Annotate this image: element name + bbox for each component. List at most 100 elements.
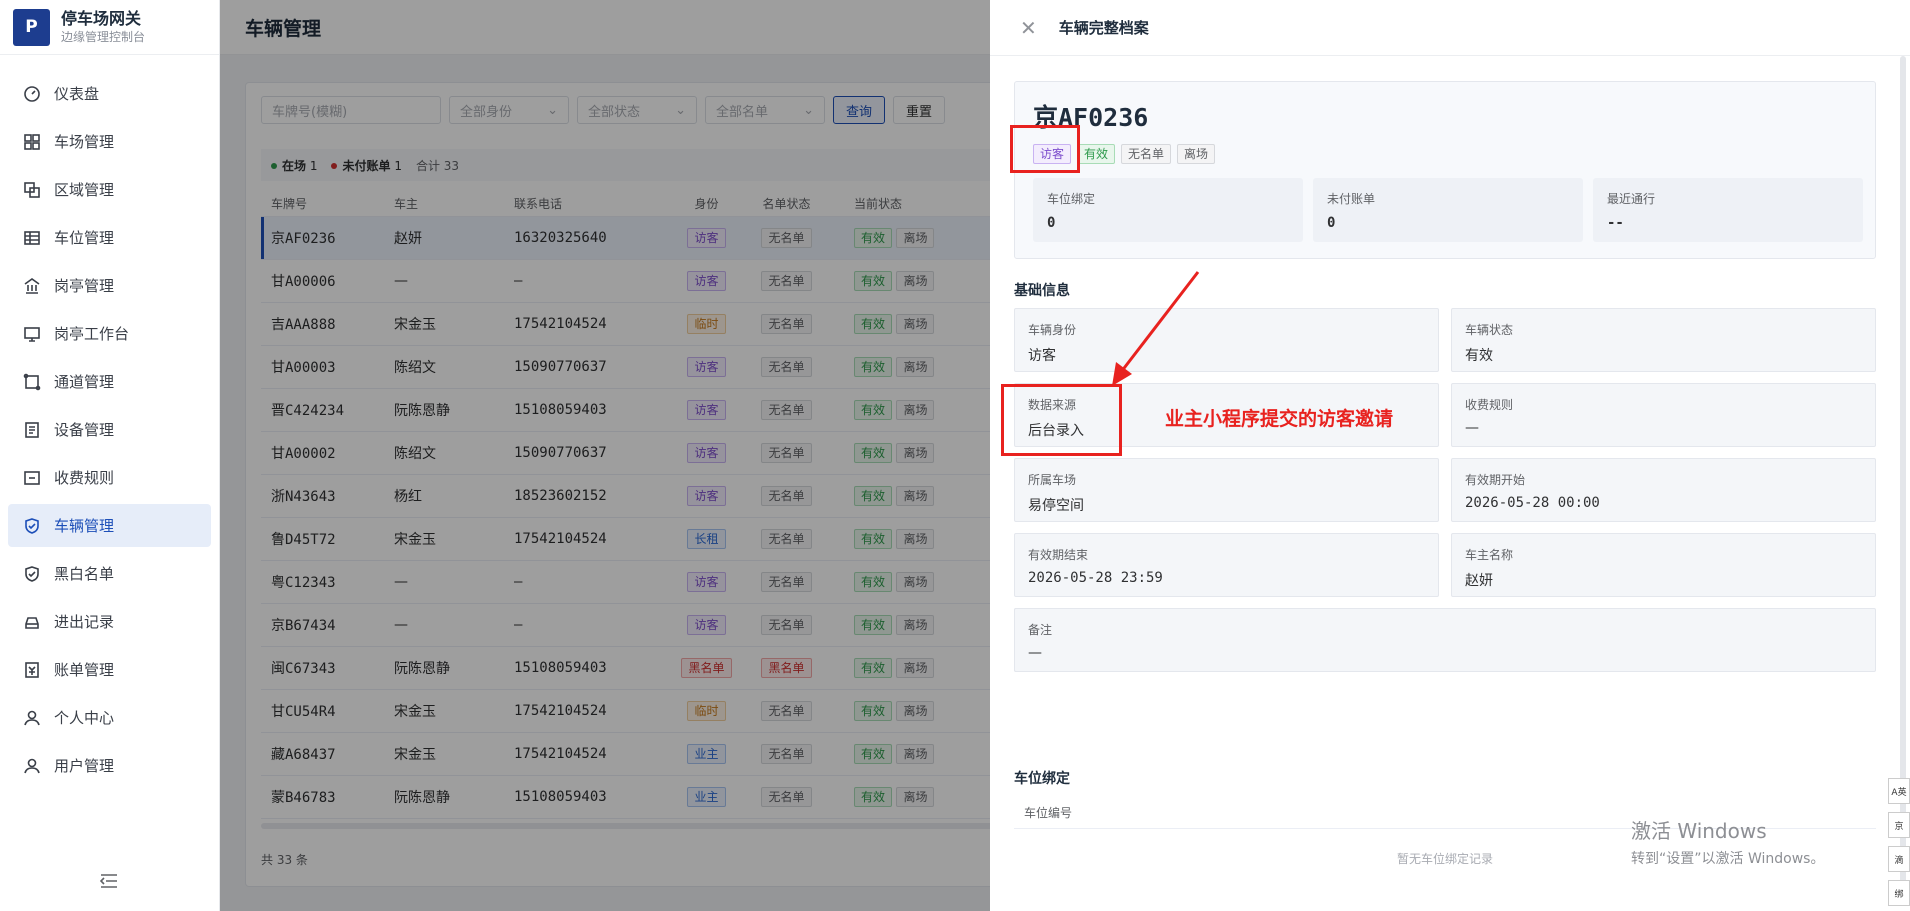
info-field: 收费规则 — bbox=[1451, 383, 1876, 447]
field-value: — bbox=[1465, 420, 1479, 436]
sidebar-item-13[interactable]: 个人中心 bbox=[8, 696, 211, 739]
sidebar-item-label: 收费规则 bbox=[54, 469, 115, 487]
building-icon bbox=[23, 277, 41, 295]
drawer-title: 车辆完整档案 bbox=[1058, 19, 1149, 37]
sidebar-item-label: 通道管理 bbox=[54, 373, 115, 391]
sidebar-item-7[interactable]: 设备管理 bbox=[8, 408, 211, 451]
app-subtitle: 边缘管理控制台 bbox=[61, 30, 146, 44]
stat-card: 最近通行 -- bbox=[1593, 178, 1863, 242]
windows-activation-watermark: 激活 Windows 转到“设置”以激活 Windows。 bbox=[1631, 815, 1824, 868]
sidebar-item-label: 用户管理 bbox=[54, 757, 115, 775]
sidebar-item-0[interactable]: 仪表盘 bbox=[8, 72, 211, 115]
info-field: 车主名称 赵妍 bbox=[1451, 533, 1876, 597]
edge-widget[interactable]: 绑 bbox=[1888, 880, 1910, 906]
car-icon bbox=[23, 613, 41, 631]
drawer-header: ✕ 车辆完整档案 bbox=[990, 0, 1910, 56]
rule-icon bbox=[23, 469, 41, 487]
stat-label: 最近通行 bbox=[1607, 192, 1656, 206]
channel-icon bbox=[23, 373, 41, 391]
binding-title: 车位绑定 bbox=[1014, 771, 1070, 787]
app-title: 停车场网关 bbox=[61, 9, 142, 28]
table-icon bbox=[23, 229, 41, 247]
edge-widget[interactable]: A英 bbox=[1888, 778, 1910, 804]
field-label: 车主名称 bbox=[1465, 548, 1514, 562]
sidebar-item-label: 黑白名单 bbox=[54, 565, 115, 583]
device-icon bbox=[23, 421, 41, 439]
field-label: 车辆身份 bbox=[1028, 323, 1077, 337]
shield-icon bbox=[23, 565, 41, 583]
stat-card: 未付账单 0 bbox=[1313, 178, 1583, 242]
sidebar-item-1[interactable]: 车场管理 bbox=[8, 120, 211, 163]
sidebar-item-label: 设备管理 bbox=[54, 421, 115, 439]
sidebar-item-8[interactable]: 收费规则 bbox=[8, 456, 211, 499]
field-value: 2026-05-28 00:00 bbox=[1465, 495, 1600, 511]
sidebar-item-9[interactable]: 车辆管理 bbox=[8, 504, 211, 547]
logo-badge: P bbox=[13, 8, 50, 46]
info-field: 车辆身份 访客 bbox=[1014, 308, 1439, 372]
sidebar-item-5[interactable]: 岗亭工作台 bbox=[8, 312, 211, 355]
field-value: — bbox=[1028, 645, 1042, 661]
sidebar-item-label: 车辆管理 bbox=[54, 517, 115, 535]
edge-widget[interactable]: 京 bbox=[1888, 812, 1910, 838]
info-field: 车辆状态 有效 bbox=[1451, 308, 1876, 372]
close-icon[interactable]: ✕ bbox=[1020, 16, 1037, 40]
field-label: 车辆状态 bbox=[1465, 323, 1514, 337]
sidebar-item-label: 仪表盘 bbox=[54, 85, 100, 103]
dashboard-icon bbox=[23, 85, 41, 103]
field-label: 所属车场 bbox=[1028, 473, 1077, 487]
profile-tag: 无名单 bbox=[1121, 144, 1172, 164]
profile-card: 京AF0236 访客 有效 无名单 离场 车位绑定 0 未付账单 0 最近通行 -- bbox=[1014, 81, 1876, 259]
sidebar-item-3[interactable]: 车位管理 bbox=[8, 216, 211, 259]
profile-tag: 访客 bbox=[1033, 144, 1072, 164]
user-icon bbox=[23, 757, 41, 775]
field-value: 易停空间 bbox=[1028, 498, 1084, 514]
sidebar-item-label: 岗亭工作台 bbox=[54, 325, 130, 343]
stat-value: -- bbox=[1607, 215, 1624, 231]
sidebar-item-12[interactable]: 账单管理 bbox=[8, 648, 211, 691]
collapse-menu-icon[interactable] bbox=[99, 873, 118, 889]
info-field: 备注 — bbox=[1014, 608, 1876, 672]
field-value: 赵妍 bbox=[1465, 573, 1493, 589]
sidebar-item-label: 个人中心 bbox=[54, 709, 115, 727]
logo-area: P 停车场网关 边缘管理控制台 bbox=[0, 0, 219, 55]
field-label: 有效期开始 bbox=[1465, 473, 1526, 487]
info-field: 所属车场 易停空间 bbox=[1014, 458, 1439, 522]
sidebar-item-14[interactable]: 用户管理 bbox=[8, 744, 211, 787]
sidebar-item-6[interactable]: 通道管理 bbox=[8, 360, 211, 403]
grid-icon bbox=[23, 133, 41, 151]
sidebar-item-label: 车场管理 bbox=[54, 133, 115, 151]
area-icon bbox=[23, 181, 41, 199]
profile-tag: 有效 bbox=[1077, 144, 1116, 164]
stat-label: 车位绑定 bbox=[1047, 192, 1096, 206]
sidebar-item-11[interactable]: 进出记录 bbox=[8, 600, 211, 643]
vehicle-profile-drawer: ✕ 车辆完整档案 京AF0236 访客 有效 无名单 离场 车位绑定 0 未付账单 0 最近通… bbox=[990, 0, 1910, 911]
edge-widget[interactable]: 滴 bbox=[1888, 846, 1910, 872]
info-field: 有效期开始 2026-05-28 00:00 bbox=[1451, 458, 1876, 522]
profile-stats: 车位绑定 0 未付账单 0 最近通行 -- bbox=[1033, 178, 1863, 242]
field-label: 备注 bbox=[1028, 623, 1053, 637]
shield-icon bbox=[23, 517, 41, 535]
sidebar-item-4[interactable]: 岗亭管理 bbox=[8, 264, 211, 307]
watermark-title: 激活 Windows bbox=[1631, 819, 1767, 843]
stat-value: 0 bbox=[1047, 215, 1056, 231]
sidebar-item-label: 账单管理 bbox=[54, 661, 115, 679]
field-label: 有效期结束 bbox=[1028, 548, 1089, 562]
info-field: 有效期结束 2026-05-28 23:59 bbox=[1014, 533, 1439, 597]
stat-value: 0 bbox=[1327, 215, 1336, 231]
stat-card: 车位绑定 0 bbox=[1033, 178, 1303, 242]
plate-number: 京AF0236 bbox=[1033, 103, 1149, 132]
field-value: 有效 bbox=[1465, 348, 1493, 364]
profile-tag: 离场 bbox=[1177, 144, 1216, 164]
sidebar-item-10[interactable]: 黑白名单 bbox=[8, 552, 211, 595]
bill-icon bbox=[23, 661, 41, 679]
sidebar-item-2[interactable]: 区域管理 bbox=[8, 168, 211, 211]
profile-tags: 访客 有效 无名单 离场 bbox=[1033, 144, 1216, 164]
annotation-text: 业主小程序提交的访客邀请 bbox=[1165, 408, 1394, 430]
basic-info-title: 基础信息 bbox=[1014, 283, 1070, 299]
sidebar-item-label: 区域管理 bbox=[54, 181, 115, 199]
field-label: 收费规则 bbox=[1465, 398, 1514, 412]
watermark-subtitle: 转到“设置”以激活 Windows。 bbox=[1631, 851, 1825, 867]
field-value: 访客 bbox=[1028, 348, 1056, 364]
annotation-arrow-icon bbox=[1112, 271, 1200, 386]
stat-label: 未付账单 bbox=[1327, 192, 1376, 206]
